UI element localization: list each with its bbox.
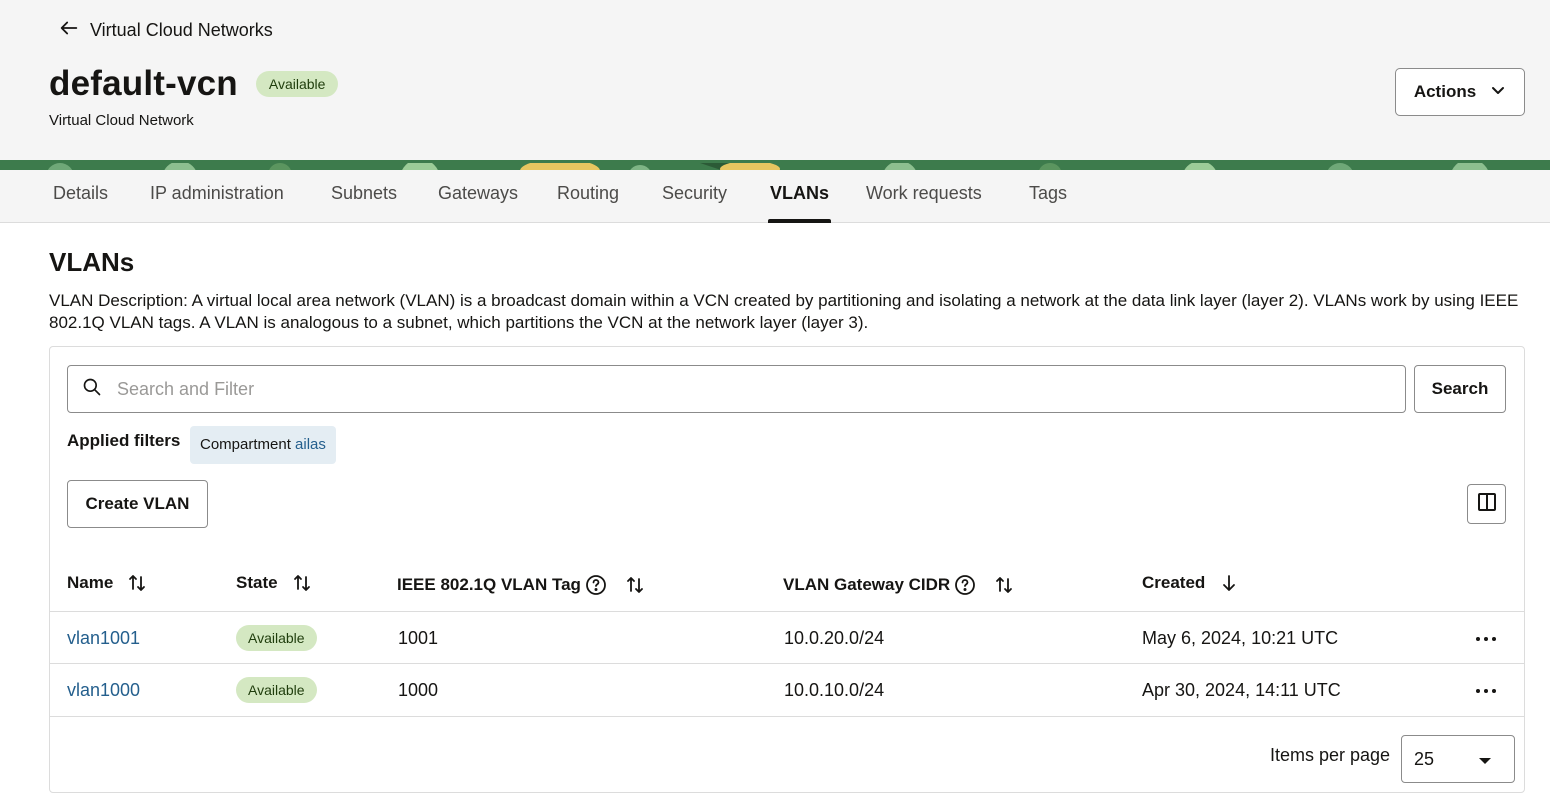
created-cell: Apr 30, 2024, 14:11 UTC [1142, 679, 1341, 700]
sort-both-icon[interactable] [994, 575, 1014, 595]
filter-chip-compartment[interactable]: Compartment ailas [190, 426, 336, 464]
row-actions-button[interactable] [1470, 626, 1502, 650]
column-header-label: IEEE 802.1Q VLAN Tag [397, 575, 581, 594]
actions-button-label: Actions [1413, 82, 1477, 101]
chevron-down-icon [1490, 82, 1506, 103]
table-row: vlan1001 Available 1001 10.0.20.0/24 May… [50, 611, 1524, 664]
row-actions-button[interactable] [1470, 678, 1502, 702]
table-row: vlan1000 Available 1000 10.0.10.0/24 Apr… [50, 663, 1524, 716]
items-per-page-select[interactable]: 25 [1401, 735, 1515, 783]
help-icon[interactable] [954, 574, 976, 596]
state-cell: Available [236, 612, 317, 664]
column-header-created[interactable]: Created [1142, 570, 1239, 596]
tab-ip-administration[interactable]: IP administration [150, 170, 284, 223]
create-vlan-button[interactable]: Create VLAN [67, 480, 208, 528]
actions-button[interactable]: Actions [1395, 68, 1525, 116]
vlan-tag-cell: 1001 [398, 627, 439, 648]
applied-filters-label: Applied filters [67, 431, 181, 450]
back-link[interactable]: Virtual Cloud Networks [58, 17, 273, 44]
page-subtitle: Virtual Cloud Network [49, 112, 194, 129]
vlan-name-link[interactable]: vlan1001 [67, 612, 140, 664]
search-input[interactable] [117, 378, 1367, 400]
status-badge: Available [236, 625, 317, 651]
tab-gateways[interactable]: Gateways [438, 170, 518, 223]
columns-icon [1477, 492, 1497, 517]
items-per-page-label: Items per page [1270, 745, 1391, 765]
filter-chip-value: ailas [295, 436, 326, 453]
search-button[interactable]: Search [1414, 365, 1506, 413]
page-title: default-vcn [49, 64, 238, 103]
gateway-cidr-cell: 10.0.10.0/24 [784, 679, 885, 700]
vlans-panel: Search Applied filters Compartment ailas… [49, 346, 1525, 793]
sort-both-icon[interactable] [292, 573, 312, 593]
sort-both-icon[interactable] [625, 575, 645, 595]
section-description: VLAN Description: A virtual local area n… [49, 291, 1519, 332]
column-header-label: Created [1142, 573, 1206, 592]
column-header-gateway-cidr[interactable]: VLAN Gateway CIDR [783, 572, 1014, 598]
created-cell: May 6, 2024, 10:21 UTC [1142, 627, 1339, 648]
more-horizontal-icon [1475, 681, 1497, 699]
tab-subnets[interactable]: Subnets [331, 170, 397, 223]
arrow-left-icon [58, 17, 80, 44]
column-header-vlan-tag[interactable]: IEEE 802.1Q VLAN Tag [397, 572, 645, 598]
banner-pattern [0, 160, 1550, 170]
tab-bar: Details IP administration Subnets Gatewa… [0, 170, 1550, 223]
column-header-label: State [236, 573, 278, 592]
decorative-banner [0, 160, 1550, 170]
sort-descending-icon[interactable] [1219, 573, 1239, 593]
tab-details[interactable]: Details [53, 170, 108, 223]
vlan-tag-cell: 1000 [398, 679, 439, 700]
search-icon [82, 377, 102, 402]
filter-chip-key: Compartment [200, 436, 291, 453]
gateway-cidr-cell: 10.0.20.0/24 [784, 627, 885, 648]
caret-down-icon [1478, 749, 1492, 770]
tab-security[interactable]: Security [662, 170, 727, 223]
search-field[interactable] [67, 365, 1406, 413]
column-settings-button[interactable] [1467, 484, 1506, 524]
back-link-label[interactable]: Virtual Cloud Networks [90, 20, 273, 41]
vlan-name-link[interactable]: vlan1000 [67, 664, 140, 716]
page-header: Virtual Cloud Networks default-vcn Avail… [0, 0, 1550, 160]
status-badge: Available [236, 677, 317, 703]
status-badge: Available [255, 71, 339, 97]
title-row: default-vcn Available [49, 64, 339, 104]
tab-routing[interactable]: Routing [557, 170, 619, 223]
state-cell: Available [236, 664, 317, 716]
sort-both-icon[interactable] [127, 573, 147, 593]
tab-vlans[interactable]: VLANs [767, 170, 832, 223]
column-header-name[interactable]: Name [67, 570, 147, 596]
help-icon[interactable] [585, 574, 607, 596]
section-title: VLANs [49, 247, 135, 277]
column-header-label: VLAN Gateway CIDR [783, 575, 951, 594]
tab-work-requests[interactable]: Work requests [866, 170, 982, 223]
tab-tags[interactable]: Tags [1029, 170, 1067, 223]
column-header-label: Name [67, 573, 114, 592]
items-per-page-value: 25 [1414, 748, 1435, 769]
table-divider [50, 716, 1524, 717]
more-horizontal-icon [1475, 629, 1497, 647]
column-header-state[interactable]: State [236, 570, 312, 596]
